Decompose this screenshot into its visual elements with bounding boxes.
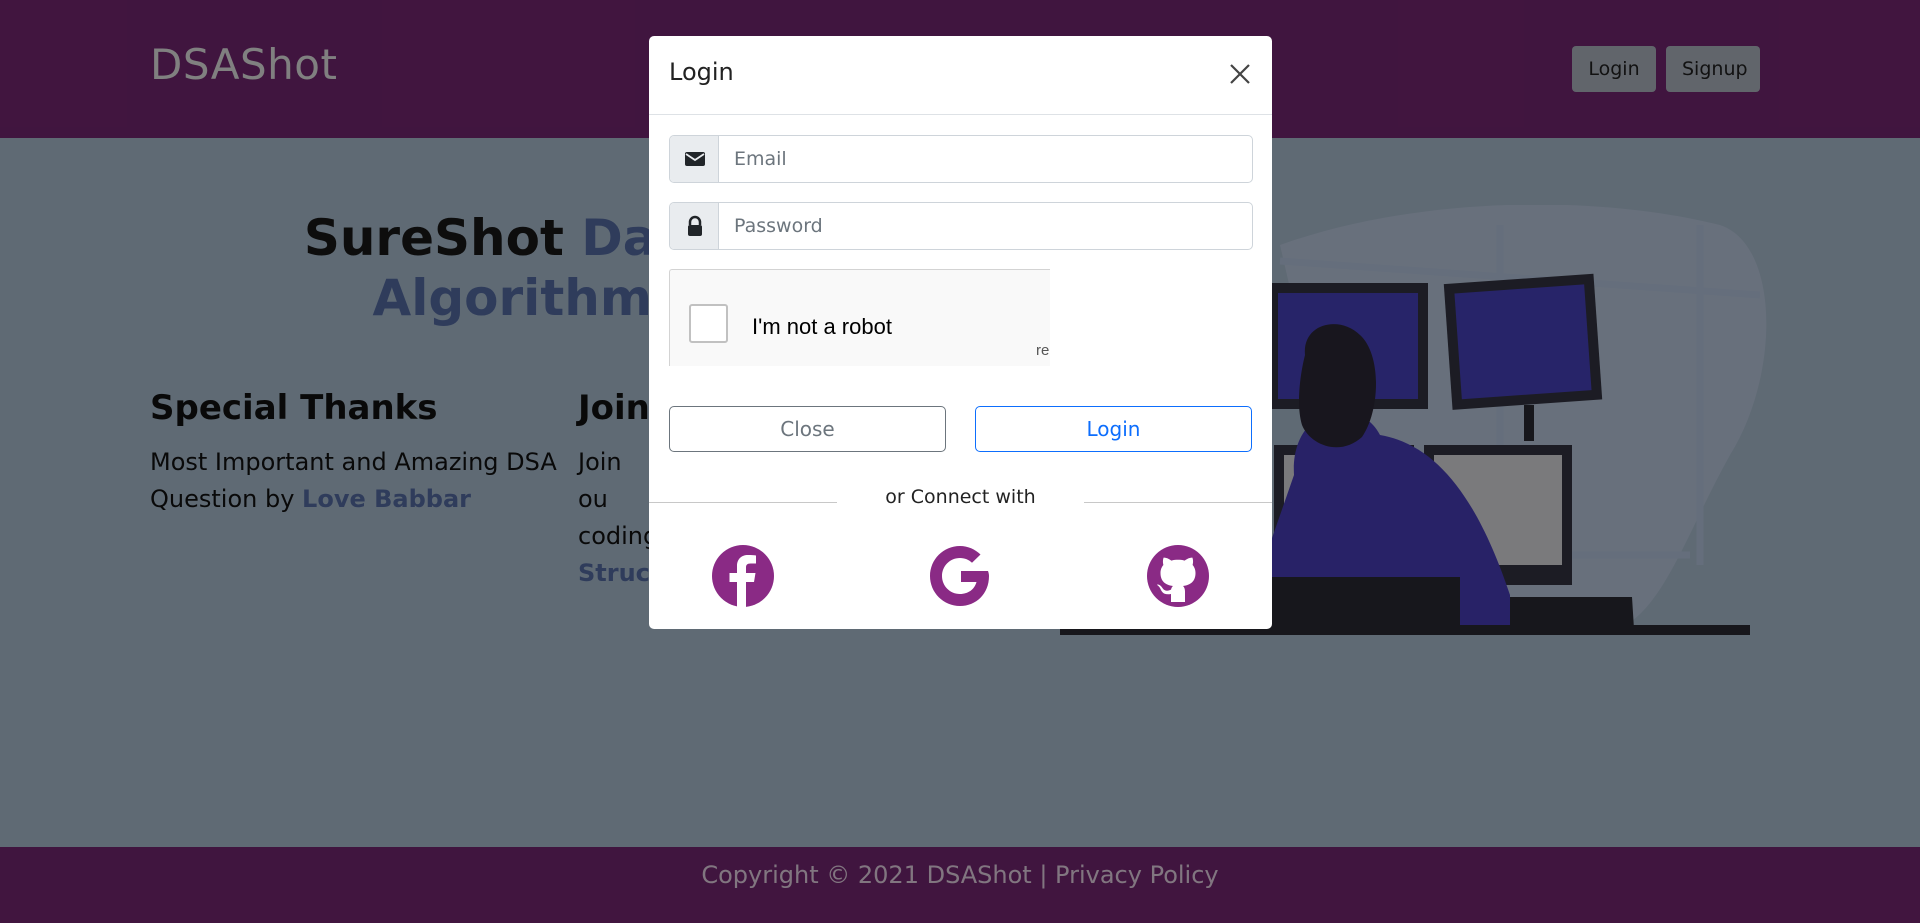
- modal-title: Login: [669, 58, 734, 86]
- password-input[interactable]: [719, 203, 1244, 249]
- close-button[interactable]: Close: [669, 406, 946, 452]
- close-icon[interactable]: [1225, 59, 1255, 89]
- google-icon[interactable]: [928, 544, 992, 608]
- recaptcha-checkbox[interactable]: [689, 304, 728, 343]
- recaptcha-label: I'm not a robot: [752, 314, 892, 339]
- lock-icon: [688, 215, 702, 236]
- divider-line-left: [649, 502, 837, 503]
- recaptcha-logo-text: re: [1036, 342, 1050, 359]
- email-input[interactable]: [719, 136, 1244, 182]
- login-button[interactable]: Login: [975, 406, 1252, 452]
- facebook-icon[interactable]: [711, 544, 775, 608]
- login-modal: Login I'm not a robot re Close Login: [649, 36, 1272, 629]
- connect-divider-text: or Connect with: [885, 486, 1036, 508]
- github-icon[interactable]: [1146, 544, 1210, 608]
- recaptcha-widget: I'm not a robot re: [669, 269, 1050, 366]
- email-addon: [670, 136, 719, 182]
- envelope-icon: [685, 152, 705, 166]
- modal-header: Login: [649, 36, 1272, 115]
- password-addon: [670, 203, 719, 249]
- email-input-group: [669, 135, 1253, 183]
- password-input-group: [669, 202, 1253, 250]
- divider-line-right: [1084, 502, 1272, 503]
